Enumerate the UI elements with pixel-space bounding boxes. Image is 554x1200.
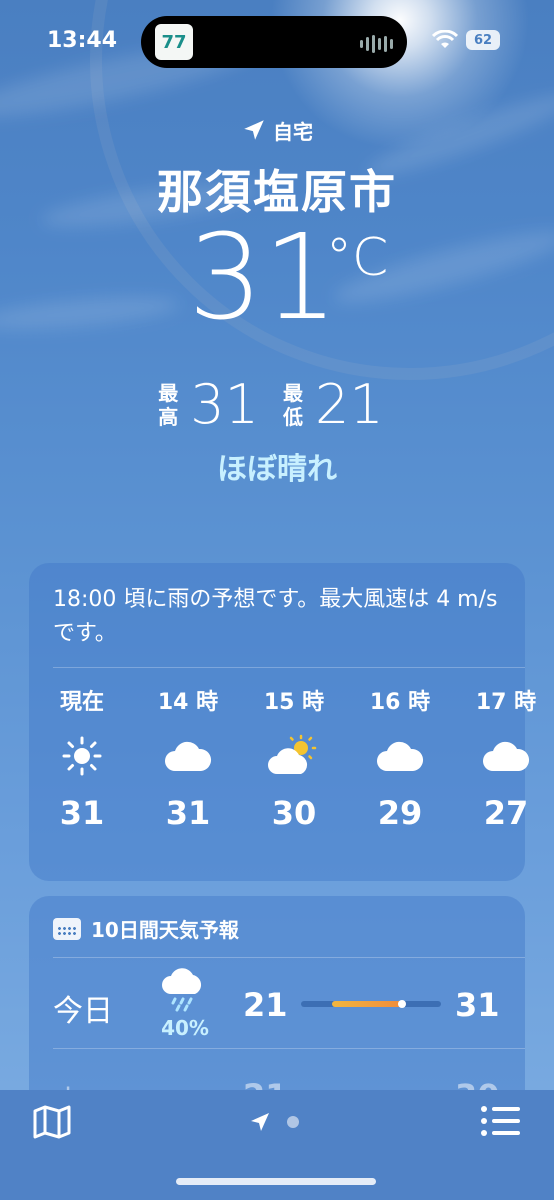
hourly-forecast-card[interactable]: 18:00 頃に雨の予想です。最大風速は 4 m/s です。 現在 31 14 … xyxy=(29,563,536,881)
sun-icon xyxy=(62,736,102,776)
map-icon[interactable] xyxy=(32,1104,72,1140)
temperature-range-bar xyxy=(301,1000,441,1008)
cloud-icon xyxy=(483,741,530,771)
page-indicator-dot[interactable] xyxy=(287,1116,299,1128)
condition-text: ほぼ晴れ xyxy=(217,452,337,487)
wifi-icon xyxy=(432,30,458,48)
hourly-list[interactable]: 現在 31 14 時 31 15 時 30 16 時 29 17 時 27 xyxy=(29,684,536,832)
dynamic-island[interactable]: 77 xyxy=(141,16,407,68)
hour-item: 現在 31 xyxy=(29,684,135,832)
ten-day-forecast-card[interactable]: 10日間天気予報 今日 40% 21 31 水 21 30 xyxy=(29,896,525,1116)
current-temperature: 31 xyxy=(188,208,339,346)
hour-temperature: 29 xyxy=(377,794,423,832)
forecast-summary: 18:00 頃に雨の予想です。最大風速は 4 m/s です。 xyxy=(53,587,498,646)
high-label: 最高 xyxy=(158,381,179,429)
hour-label: 14 時 xyxy=(157,690,219,715)
location-arrow-icon[interactable] xyxy=(248,1110,272,1134)
temperature-row: 31 °C xyxy=(0,218,554,368)
low-label: 最低 xyxy=(283,381,303,429)
current-temperature-dot xyxy=(397,1000,406,1008)
ten-day-title: 10日間天気予報 xyxy=(91,918,239,942)
hour-temperature: 27 xyxy=(483,794,529,832)
rain-icon xyxy=(162,968,202,1012)
temperature-unit: °C xyxy=(326,228,389,288)
ten-day-header: 10日間天気予報 xyxy=(29,896,525,943)
bottom-toolbar xyxy=(0,1090,554,1200)
location-row: 自宅 xyxy=(0,110,554,150)
day-high: 31 xyxy=(455,986,500,1024)
cloud-icon xyxy=(377,741,424,771)
hour-item: 16 時 29 xyxy=(347,684,453,832)
hour-item: 17 時 27 xyxy=(453,684,554,832)
day-row[interactable]: 今日 40% 21 31 xyxy=(29,958,525,1048)
hour-item: 14 時 31 xyxy=(135,684,241,832)
hour-temperature: 31 xyxy=(59,794,105,832)
hour-item: 15 時 30 xyxy=(241,684,347,832)
day-low: 21 xyxy=(243,986,288,1024)
clock: 13:44 xyxy=(47,28,118,53)
high-temperature: 31 xyxy=(190,373,259,436)
app-logo-icon: 77 xyxy=(155,24,193,60)
hour-temperature: 30 xyxy=(271,794,317,832)
hour-label: 15 時 xyxy=(263,690,325,715)
list-icon[interactable] xyxy=(480,1104,522,1138)
hour-label: 現在 xyxy=(59,690,104,715)
partly-cloudy-icon xyxy=(268,734,317,774)
cloud-icon xyxy=(165,741,212,771)
calendar-icon xyxy=(53,917,81,940)
location-label: 自宅 xyxy=(273,119,313,144)
location-arrow-icon xyxy=(244,120,264,140)
hour-label: 16 時 xyxy=(369,690,431,715)
hour-temperature: 31 xyxy=(165,794,211,832)
battery-indicator: 62 xyxy=(466,30,500,50)
hour-label: 17 時 xyxy=(475,690,537,715)
status-bar: 13:44 77 62 xyxy=(0,0,554,80)
current-weather: 自宅 那須塩原市 31 °C 最高 31 最低 21 ほぼ晴れ xyxy=(0,110,554,488)
day-label: 今日 xyxy=(53,994,113,1029)
divider xyxy=(53,667,525,668)
temperature-range-fill xyxy=(331,1001,402,1007)
low-temperature: 21 xyxy=(315,373,384,436)
home-indicator[interactable] xyxy=(176,1178,376,1185)
audio-wave-icon xyxy=(360,35,393,53)
precipitation-chance: 40% xyxy=(161,1016,209,1040)
high-low: 最高 31 最低 21 xyxy=(0,378,554,432)
